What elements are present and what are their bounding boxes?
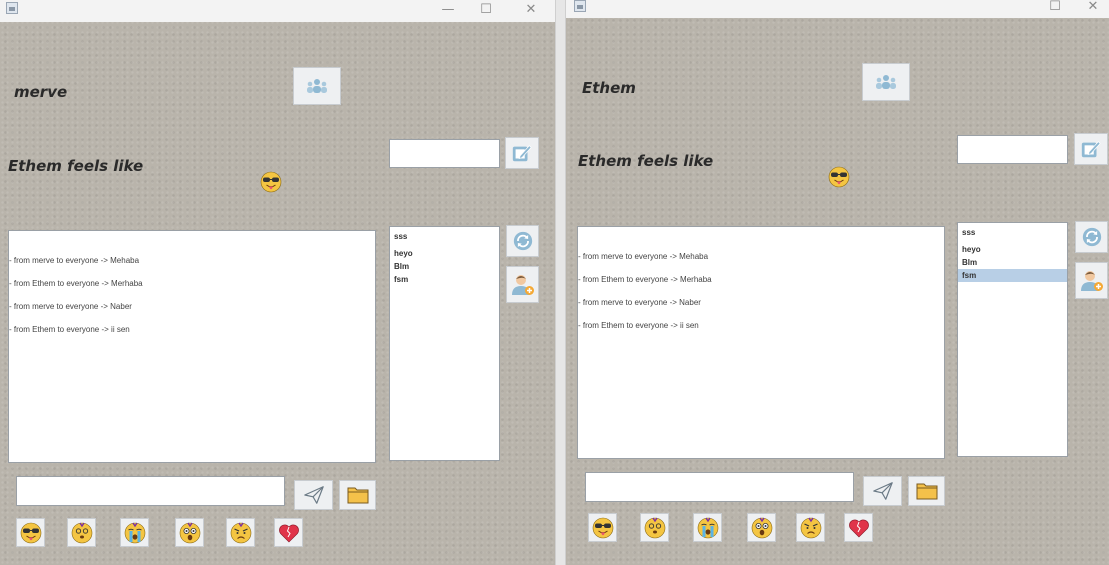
maximize-button[interactable]: ☐ — [1044, 0, 1066, 16]
java-app-icon — [6, 2, 18, 14]
user-list-item[interactable]: sss — [390, 230, 499, 243]
user-list-item[interactable]: sss — [958, 226, 1067, 239]
status-input[interactable] — [957, 135, 1068, 164]
chat-messages-area: - from merve to everyone -> Mehaba - fro… — [8, 230, 376, 463]
user-list-item[interactable]: fsm — [390, 273, 499, 286]
send-paper-plane-icon — [303, 484, 325, 506]
users-list: sss heyo Blm fsm — [389, 226, 500, 461]
emoji-button-crying[interactable] — [693, 513, 722, 542]
group-users-icon — [874, 74, 898, 90]
chat-window-merve: — ☐ ✕ merve Ethem feels like - from merv… — [0, 0, 555, 565]
user-list-item-selected[interactable]: fsm — [958, 269, 1067, 282]
refresh-button[interactable] — [506, 225, 539, 257]
broken-heart-emoji-icon — [847, 516, 871, 540]
emoji-button-heart[interactable] — [844, 513, 873, 542]
chat-message: - from Ethem to everyone -> Merhaba — [578, 275, 712, 284]
add-user-button[interactable] — [1075, 262, 1108, 299]
emoji-button-angry[interactable] — [796, 513, 825, 542]
minimize-button[interactable]: — — [437, 1, 459, 19]
refresh-button[interactable] — [1075, 221, 1108, 253]
close-button[interactable]: ✕ — [520, 1, 542, 19]
title-bar: ☐ ✕ — [566, 0, 1109, 18]
status-input[interactable] — [389, 139, 500, 168]
user-list-item[interactable]: Blm — [958, 256, 1067, 269]
broken-heart-emoji-icon — [277, 521, 301, 545]
chat-message: - from Ethem to everyone -> Merhaba — [9, 279, 143, 288]
shocked-emoji-icon — [178, 521, 202, 545]
edit-note-icon — [1080, 138, 1102, 160]
chat-message: - from Ethem to everyone -> ii sen — [578, 321, 699, 330]
close-button[interactable]: ✕ — [1082, 0, 1104, 16]
mood-emoji-icon — [827, 165, 851, 189]
cool-tongue-emoji-icon — [591, 516, 615, 540]
message-input[interactable] — [585, 472, 854, 502]
emoji-button-heart[interactable] — [274, 518, 303, 547]
dizzy-emoji-icon — [643, 516, 667, 540]
add-user-button[interactable] — [506, 266, 539, 303]
emoji-button-angry[interactable] — [226, 518, 255, 547]
mood-emoji-icon — [259, 170, 283, 194]
maximize-button[interactable]: ☐ — [475, 1, 497, 19]
java-app-icon — [574, 0, 586, 12]
feels-like-label: Ethem feels like — [578, 152, 714, 170]
emoji-button-shocked[interactable] — [747, 513, 776, 542]
add-user-icon — [511, 273, 535, 297]
chat-window-ethem: ☐ ✕ Ethem Ethem feels like - from merve … — [566, 0, 1109, 565]
username-label: Ethem — [582, 79, 636, 97]
send-button[interactable] — [863, 476, 902, 506]
dizzy-emoji-icon — [70, 521, 94, 545]
edit-status-button[interactable] — [505, 137, 539, 169]
emoji-button-dizzy[interactable] — [640, 513, 669, 542]
emoji-button-shocked[interactable] — [175, 518, 204, 547]
group-button[interactable] — [862, 63, 910, 101]
send-paper-plane-icon — [872, 480, 894, 502]
folder-icon — [915, 479, 939, 503]
chat-message: - from merve to everyone -> Naber — [9, 302, 132, 311]
title-bar: — ☐ ✕ — [0, 0, 555, 22]
chat-messages-area: - from merve to everyone -> Mehaba - fro… — [577, 226, 945, 459]
emoji-button-cool[interactable] — [16, 518, 45, 547]
folder-icon — [346, 483, 370, 507]
refresh-icon — [1081, 226, 1103, 248]
message-input[interactable] — [16, 476, 285, 506]
window-divider — [555, 0, 566, 565]
emoji-button-dizzy[interactable] — [67, 518, 96, 547]
crying-emoji-icon — [123, 521, 147, 545]
chat-message: - from merve to everyone -> Naber — [578, 298, 701, 307]
users-list: sss heyo Blm fsm — [957, 222, 1068, 457]
cool-tongue-emoji-icon — [19, 521, 43, 545]
angry-emoji-icon — [799, 516, 823, 540]
user-list-item[interactable]: heyo — [958, 243, 1067, 256]
edit-status-button[interactable] — [1074, 133, 1108, 165]
angry-emoji-icon — [229, 521, 253, 545]
edit-note-icon — [511, 142, 533, 164]
emoji-button-cool[interactable] — [588, 513, 617, 542]
group-users-icon — [305, 78, 329, 94]
shocked-emoji-icon — [750, 516, 774, 540]
group-button[interactable] — [293, 67, 341, 105]
username-label: merve — [14, 83, 68, 101]
crying-emoji-icon — [696, 516, 720, 540]
file-button[interactable] — [908, 476, 945, 506]
chat-message: - from Ethem to everyone -> ii sen — [9, 325, 130, 334]
user-list-item[interactable]: heyo — [390, 247, 499, 260]
user-list-item[interactable]: Blm — [390, 260, 499, 273]
chat-message: - from merve to everyone -> Mehaba — [578, 252, 709, 261]
chat-message: - from merve to everyone -> Mehaba — [9, 256, 140, 265]
feels-like-label: Ethem feels like — [8, 157, 144, 175]
send-button[interactable] — [294, 480, 333, 510]
emoji-button-crying[interactable] — [120, 518, 149, 547]
refresh-icon — [512, 230, 534, 252]
add-user-icon — [1080, 269, 1104, 293]
file-button[interactable] — [339, 480, 376, 510]
